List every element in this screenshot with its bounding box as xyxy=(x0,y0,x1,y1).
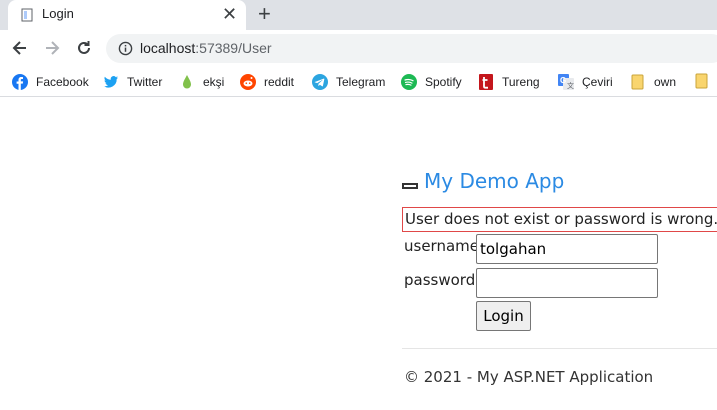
back-icon[interactable] xyxy=(10,38,30,58)
folder-icon xyxy=(631,74,644,90)
tab-strip: Login ✕ + xyxy=(0,0,717,30)
error-text: User does not exist or password is wrong… xyxy=(405,210,717,228)
info-icon[interactable] xyxy=(118,41,133,56)
reload-icon[interactable] xyxy=(74,38,94,58)
bookmark-eksi[interactable]: ekşi xyxy=(179,73,224,91)
footer-text: © 2021 - My ASP.NET Application xyxy=(404,368,654,386)
svg-text:G: G xyxy=(560,76,566,85)
tab-title: Login xyxy=(42,6,74,21)
svg-text:文: 文 xyxy=(567,81,574,90)
error-message: User does not exist or password is wrong… xyxy=(402,207,717,232)
new-tab-icon[interactable]: + xyxy=(258,2,271,26)
browser-tab[interactable]: Login ✕ xyxy=(8,0,246,30)
bookmark-ceviri[interactable]: G 文 Çeviri xyxy=(558,73,613,91)
eksi-icon xyxy=(183,75,191,89)
bookmark-reddit[interactable]: reddit xyxy=(240,73,294,91)
bookmark-tureng[interactable]: Tureng xyxy=(478,73,540,91)
address-bar[interactable]: localhost:57389/User xyxy=(106,34,717,63)
username-input[interactable] xyxy=(476,234,658,264)
tureng-icon xyxy=(479,74,493,90)
brand-link[interactable]: My Demo App xyxy=(424,169,564,193)
password-input[interactable] xyxy=(476,268,658,298)
password-label: password xyxy=(404,271,476,289)
folder-icon[interactable] xyxy=(694,73,710,89)
bookmark-twitter[interactable]: Twitter xyxy=(103,73,162,91)
bookmark-facebook[interactable]: Facebook xyxy=(12,73,89,91)
bookmark-telegram[interactable]: Telegram xyxy=(312,73,385,91)
close-tab-icon[interactable]: ✕ xyxy=(222,4,237,24)
url-text: localhost:57389/User xyxy=(140,40,272,56)
bookmark-own-folder[interactable]: own xyxy=(630,73,676,91)
telegram-icon xyxy=(312,74,328,90)
navbar-toggle-icon[interactable] xyxy=(402,183,418,189)
bookmark-spotify[interactable]: Spotify xyxy=(401,73,462,91)
facebook-icon xyxy=(12,74,28,90)
twitter-icon xyxy=(104,76,118,88)
browser-toolbar: localhost:57389/User xyxy=(0,30,717,66)
bookmarks-bar: Facebook Twitter ekşi reddit Telegram Sp… xyxy=(0,66,717,97)
page-icon xyxy=(21,8,33,22)
navbar: My Demo App xyxy=(402,168,564,194)
username-label: username xyxy=(404,237,479,255)
forward-icon[interactable] xyxy=(42,38,62,58)
spotify-icon xyxy=(401,74,417,90)
divider xyxy=(402,348,717,349)
translate-icon: G 文 xyxy=(558,74,574,90)
page-content: My Demo App User does not exist or passw… xyxy=(0,98,717,410)
login-button[interactable]: Login xyxy=(476,301,531,331)
reddit-icon xyxy=(240,74,256,90)
